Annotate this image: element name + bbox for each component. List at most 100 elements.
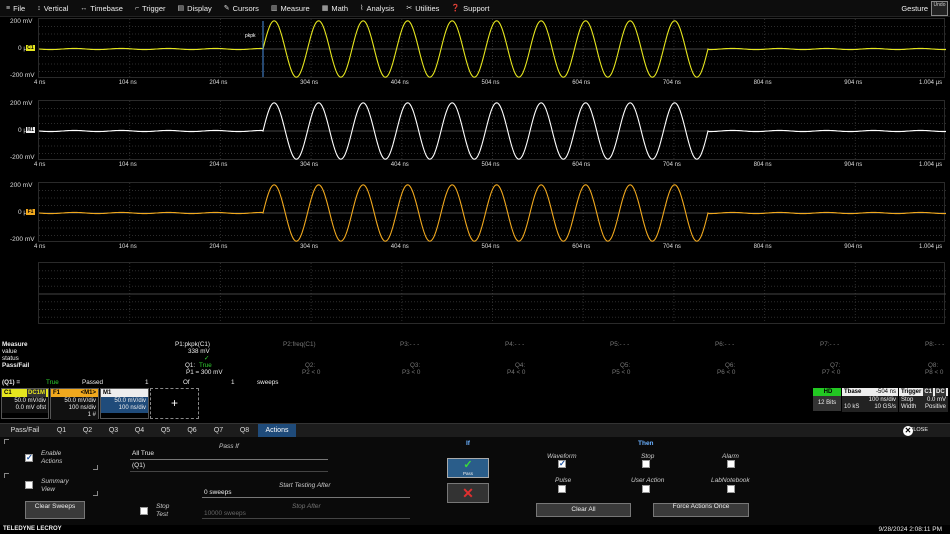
action-user-action-checkbox[interactable] [642,485,650,493]
tab-q6[interactable]: Q6 [180,424,204,438]
x-axis-label: 204 ns [209,244,228,250]
x-axis-label: 904 ns [844,162,863,168]
action-pulse-label: Pulse [555,477,572,484]
y-axis-label: -200 mV [10,236,35,243]
tab-q4[interactable]: Q4 [128,424,151,438]
tab-q1[interactable]: Q1 [50,424,73,438]
pass-action-button[interactable]: ✓ Pass [447,458,489,478]
measure-param-p4[interactable]: P4:- - - [505,341,524,348]
measure-param-p8[interactable]: P8:- - - [925,341,944,348]
action-user-action-label: User Action [631,477,665,484]
pass-if-label: Pass If [219,443,239,450]
c1-offset: 0.0 mV ofst [15,405,46,411]
cursors-icon: ✎ [223,5,230,12]
measure-param-p2[interactable]: P2:freq(C1) [283,341,316,348]
stop-after-field[interactable]: 10000 sweeps [202,510,410,519]
x-axis-label: 204 ns [209,162,228,168]
channel-marker-c1[interactable]: C1 [26,45,35,51]
menu-timebase[interactable]: ↔ Timebase [74,0,129,16]
menu-file[interactable]: ≡ File [0,0,31,16]
trigger-type: Width [901,404,917,410]
waveform-grid-1[interactable] [38,18,946,79]
summary-view-checkbox[interactable] [25,481,33,489]
trigger-descriptor[interactable]: Trigger C1 DC Stop 0.0 mV Width Positive [899,388,948,412]
menu-support[interactable]: ❓ Support [445,0,495,16]
menu-cursors[interactable]: ✎ Cursors [218,0,265,16]
fail-action-button[interactable]: ✕ [447,483,489,503]
measure-param-p7[interactable]: P7:- - - [820,341,839,348]
action-labnotebook-checkbox[interactable] [727,485,735,493]
force-actions-once-button[interactable]: Force Actions Once [653,503,749,517]
c1-coupling-tag: DC1M [26,389,46,397]
trigger-mode: Stop [901,397,914,403]
x-axis-label: 4 ns [34,244,46,250]
channel-marker-f1[interactable]: F1 [26,209,35,215]
tab-q7[interactable]: Q7 [206,424,231,438]
add-channel-button[interactable]: + [150,388,199,419]
f1-descriptor[interactable]: F1 <M1> 50.0 mV/div 100 ns/div 1 # [50,388,99,420]
close-icon[interactable]: ✕ [903,426,913,436]
action-stop-checkbox[interactable] [642,460,650,468]
action-labnotebook-label: LabNotebook [711,477,750,484]
menu-trigger[interactable]: ⌐ Trigger [129,0,172,16]
summary-count-total: 1 [231,379,235,386]
tab-q5[interactable]: Q5 [154,424,177,438]
x-icon: ✕ [462,485,474,501]
enable-actions-checkbox[interactable] [25,453,33,462]
f1-count: 1 # [87,412,96,418]
m1-descriptor[interactable]: M1 50.0 mV/div 100 ns/div [100,388,149,419]
menu-label: Timebase [90,3,123,13]
pass-button-label: Pass [462,471,473,476]
action-waveform-checkbox[interactable] [558,459,566,468]
trigger-slope: Positive [924,404,946,410]
menu-utilities[interactable]: ✂ Utilities [400,0,445,16]
x-axis-label: 104 ns [118,162,137,168]
action-pulse-checkbox[interactable] [558,485,566,493]
x-axis-label: 904 ns [844,244,863,250]
undo-button[interactable]: Undo [931,1,948,16]
tab-q3[interactable]: Q3 [102,424,125,438]
p1-status-icon: ✓ [204,355,210,362]
waveform-grid-3[interactable] [38,182,946,243]
pass-if-expression: (Q1) [130,462,328,472]
tab-pass-fail[interactable]: Pass/Fail [0,424,50,438]
tab-q8[interactable]: Q8 [232,424,257,438]
q-condition-4: P4 < 0 [507,369,526,376]
if-label: If [466,440,470,447]
menu-vertical[interactable]: ↕ Vertical [31,0,74,16]
measure-param-p1[interactable]: P1:pkpk(C1) [175,341,210,348]
c1-descriptor[interactable]: C1 DC1M 50.0 mV/div 0.0 mV ofst [1,388,49,419]
measure-param-p3[interactable]: P3:- - - [400,341,419,348]
tab-q2[interactable]: Q2 [76,424,99,438]
summary-of: Of [183,379,190,386]
summary-q: (Q1) = [2,379,21,386]
analysis-icon: ⌇ [360,5,364,12]
y-axis-label: 200 mV [10,182,33,189]
utilities-icon: ✂ [406,5,413,12]
start-testing-label: Start Testing After [279,482,331,489]
action-stop-label: Stop [641,453,655,460]
clear-all-button[interactable]: Clear All [536,503,631,517]
f1-tdiv: 100 ns/div [68,405,96,411]
waveform-grid-2[interactable] [38,100,946,161]
dialog-tab-bar: CLOSE ✕ Pass/Fail Q1 Q2 Q3 Q4 Q5 Q6 Q7 Q8 Actions [0,423,950,438]
menu-math[interactable]: ▦ Math [316,0,354,16]
tab-actions[interactable]: Actions [258,424,296,438]
hd-indicator[interactable]: HD 12 Bits [813,388,841,411]
waveform-grid-4[interactable] [38,262,946,325]
tbase-label: Tbase [844,389,862,395]
action-alarm-checkbox[interactable] [727,460,735,468]
channel-marker-m1[interactable]: M1 [26,127,35,133]
clear-sweeps-button[interactable]: Clear Sweeps [25,501,85,519]
menu-analysis[interactable]: ⌇ Analysis [354,0,400,16]
measure-param-p5[interactable]: P5:- - - [610,341,629,348]
timebase-descriptor[interactable]: Tbase -504 ns 100 ns/div 10 kS 10 GS/s [842,388,898,412]
menu-measure[interactable]: ▥ Measure [265,0,316,16]
measure-param-p6[interactable]: P6:- - - [715,341,734,348]
stop-test-checkbox[interactable] [140,507,148,515]
pkpk-cursor-label: pkpk [245,33,256,39]
start-testing-field[interactable]: 0 sweeps [202,489,410,498]
measure-icon: ▥ [270,5,278,12]
pass-if-select[interactable]: All True [130,450,328,460]
menu-display[interactable]: ▤ Display [172,0,218,16]
